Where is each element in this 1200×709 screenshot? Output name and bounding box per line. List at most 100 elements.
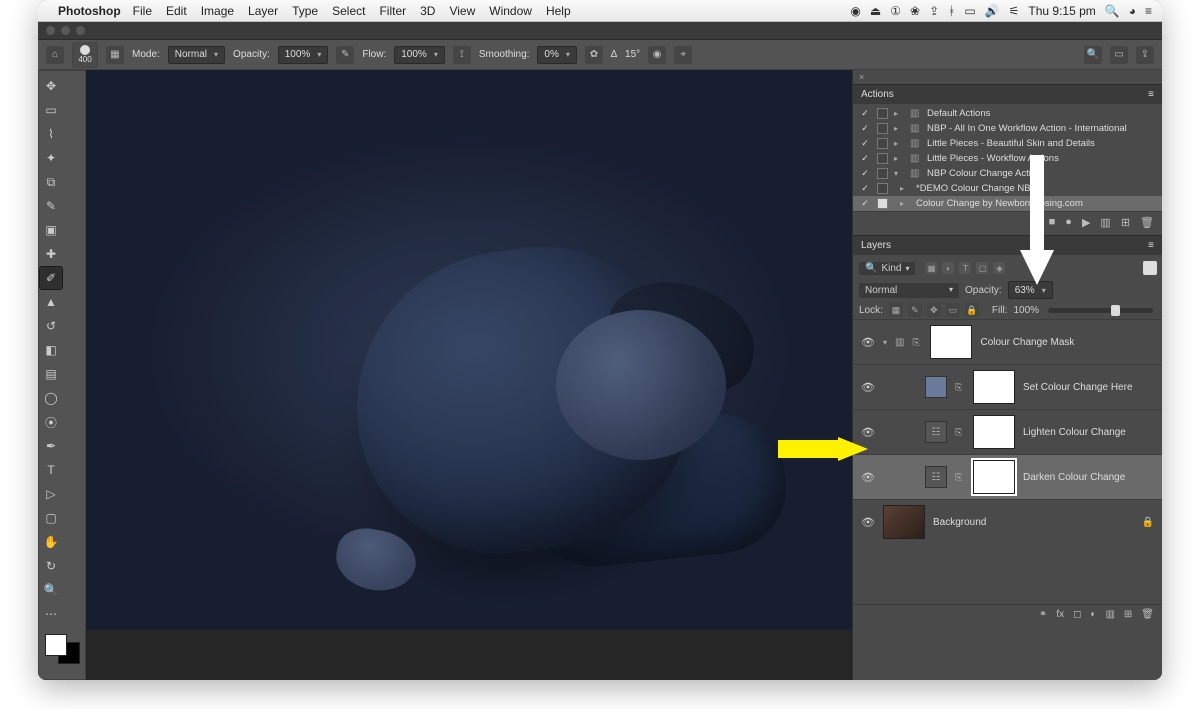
delete-layer-icon[interactable]: 🗑 <box>1141 609 1154 620</box>
heal-tool[interactable]: ✚ <box>40 243 62 265</box>
check-icon[interactable]: ✓ <box>859 183 871 194</box>
layer-item[interactable]: 👁 ⎘ Set Colour Change Here <box>853 364 1162 409</box>
group-icon[interactable]: ▥ <box>1105 609 1114 620</box>
visibility-icon[interactable]: 👁 <box>861 336 875 349</box>
home-icon[interactable]: ⌂ <box>46 46 64 64</box>
display-icon[interactable]: ▭ <box>964 4 975 18</box>
dialog-toggle[interactable] <box>877 168 888 179</box>
eyedropper-tool[interactable]: ✎ <box>40 195 62 217</box>
new-layer-icon[interactable]: ⊞ <box>1124 609 1132 620</box>
lock-nest-icon[interactable]: ▭ <box>946 303 960 317</box>
filter-type-icon[interactable]: T <box>959 262 971 274</box>
search-icon[interactable]: 🔍 <box>1084 46 1102 64</box>
mask-thumb[interactable] <box>930 325 972 359</box>
actions-tab[interactable]: Actions ≡ <box>853 84 1162 104</box>
status-icon-3[interactable]: ① <box>890 4 901 18</box>
share-icon[interactable]: ⇪ <box>1136 46 1154 64</box>
layer-name[interactable]: Lighten Colour Change <box>1023 427 1126 438</box>
disclosure-open-icon[interactable]: ▾ <box>883 338 887 347</box>
mask-thumb[interactable] <box>973 370 1015 404</box>
visibility-icon[interactable]: 👁 <box>861 471 875 484</box>
symmetry-icon[interactable]: ⌖ <box>674 46 692 64</box>
edit-toolbar-icon[interactable]: ⋯ <box>40 603 62 625</box>
layer-name[interactable]: Background <box>933 517 986 528</box>
quick-select-tool[interactable]: ✦ <box>40 147 62 169</box>
pen-tool[interactable]: ✒ <box>40 435 62 457</box>
frame-tool[interactable]: ▣ <box>40 219 62 241</box>
dialog-toggle[interactable] <box>877 183 888 194</box>
type-tool[interactable]: T <box>40 459 62 481</box>
layer-name[interactable]: Colour Change Mask <box>980 337 1074 348</box>
solid-fill-thumb[interactable] <box>925 376 947 398</box>
link-layers-icon[interactable]: ⚭ <box>1039 609 1047 620</box>
play-icon[interactable]: ▶ <box>1082 216 1090 229</box>
lock-paint-icon[interactable]: ✎ <box>908 303 922 317</box>
blur-tool[interactable]: ◯ <box>40 387 62 409</box>
filter-toggle[interactable] <box>1143 261 1157 275</box>
filter-shape-icon[interactable]: ▢ <box>976 262 988 274</box>
fill-slider-knob[interactable] <box>1111 305 1120 316</box>
dialog-toggle[interactable] <box>877 198 888 209</box>
path-select-tool[interactable]: ▷ <box>40 483 62 505</box>
pressure-opacity-icon[interactable]: ✎ <box>336 46 354 64</box>
marquee-tool[interactable]: ▭ <box>40 99 62 121</box>
dodge-tool[interactable]: ⦿ <box>40 411 62 433</box>
disclosure-icon[interactable]: ▸ <box>894 109 904 118</box>
mask-icon[interactable]: ◻ <box>1073 609 1081 620</box>
mask-thumb[interactable] <box>973 415 1015 449</box>
smoothing-gear-icon[interactable]: ✿ <box>585 46 603 64</box>
check-icon[interactable]: ✓ <box>859 198 871 209</box>
layer-item[interactable]: 👁 ☷ ⎘ Darken Colour Change <box>853 454 1162 499</box>
menu-help[interactable]: Help <box>546 4 571 18</box>
curves-adj-icon[interactable]: ☷ <box>925 421 947 443</box>
foreground-color-swatch[interactable] <box>45 634 67 656</box>
hand-tool[interactable]: ✋ <box>40 531 62 553</box>
fx-icon[interactable]: fx <box>1056 609 1064 620</box>
layer-background[interactable]: 👁 Background 🔒 <box>853 499 1162 544</box>
adjustment-icon[interactable]: ◐ <box>1090 609 1096 620</box>
disclosure-open-icon[interactable]: ▾ <box>894 169 904 178</box>
airbrush-icon[interactable]: ⟟ <box>453 46 471 64</box>
dropbox-icon[interactable]: ⇪ <box>929 4 939 18</box>
disclosure-icon[interactable]: ▸ <box>900 199 910 208</box>
dialog-toggle[interactable] <box>877 153 888 164</box>
layer-thumb[interactable] <box>883 505 925 539</box>
menu-edit[interactable]: Edit <box>166 4 187 18</box>
action-item[interactable]: ✓▸Colour Change by NewbornPosing.com <box>853 196 1162 211</box>
disclosure-icon[interactable]: ▸ <box>900 184 910 193</box>
menu-select[interactable]: Select <box>332 4 365 18</box>
menu-file[interactable]: File <box>133 4 152 18</box>
record-icon[interactable]: ● <box>1065 216 1072 229</box>
opacity-select[interactable]: 100% <box>278 46 329 64</box>
action-set[interactable]: ✓▾▥NBP Colour Change Action <box>853 166 1162 181</box>
status-icon-1[interactable]: ◉ <box>850 4 860 18</box>
filter-smart-icon[interactable]: ◈ <box>993 262 1005 274</box>
new-set-icon[interactable]: ▥ <box>1100 216 1110 229</box>
lock-trans-icon[interactable]: ▦ <box>889 303 903 317</box>
dialog-toggle[interactable] <box>877 138 888 149</box>
layer-name[interactable]: Set Colour Change Here <box>1023 382 1133 393</box>
action-set[interactable]: ✓▸▥Default Actions <box>853 106 1162 121</box>
rotate-view-tool[interactable]: ↻ <box>40 555 62 577</box>
lock-all-icon[interactable]: 🔒 <box>965 303 979 317</box>
stamp-tool[interactable]: ▲ <box>40 291 62 313</box>
check-icon[interactable]: ✓ <box>859 123 871 134</box>
crop-tool[interactable]: ⧉ <box>40 171 62 193</box>
actions-menu-icon[interactable]: ≡ <box>1148 89 1154 100</box>
zoom-tool[interactable]: 🔍 <box>40 579 62 601</box>
layer-item[interactable]: 👁 ☷ ⎘ Lighten Colour Change <box>853 409 1162 454</box>
dialog-toggle[interactable] <box>877 123 888 134</box>
dialog-toggle[interactable] <box>877 108 888 119</box>
lasso-tool[interactable]: ⌇ <box>40 123 62 145</box>
status-icon-4[interactable]: ❀ <box>910 4 920 18</box>
move-tool[interactable]: ✥ <box>40 75 62 97</box>
action-set[interactable]: ✓▸▥NBP - All In One Workflow Action - In… <box>853 121 1162 136</box>
pressure-size-icon[interactable]: ◉ <box>648 46 666 64</box>
traffic-zoom[interactable] <box>76 26 85 35</box>
blend-mode-select[interactable]: Normal <box>859 283 959 298</box>
layer-name[interactable]: Darken Colour Change <box>1023 472 1125 483</box>
app-name[interactable]: Photoshop <box>58 4 121 18</box>
wifi-icon[interactable]: ⚟ <box>1009 4 1020 18</box>
visibility-icon[interactable]: 👁 <box>861 426 875 439</box>
status-icon-2[interactable]: ⏏ <box>870 4 881 18</box>
